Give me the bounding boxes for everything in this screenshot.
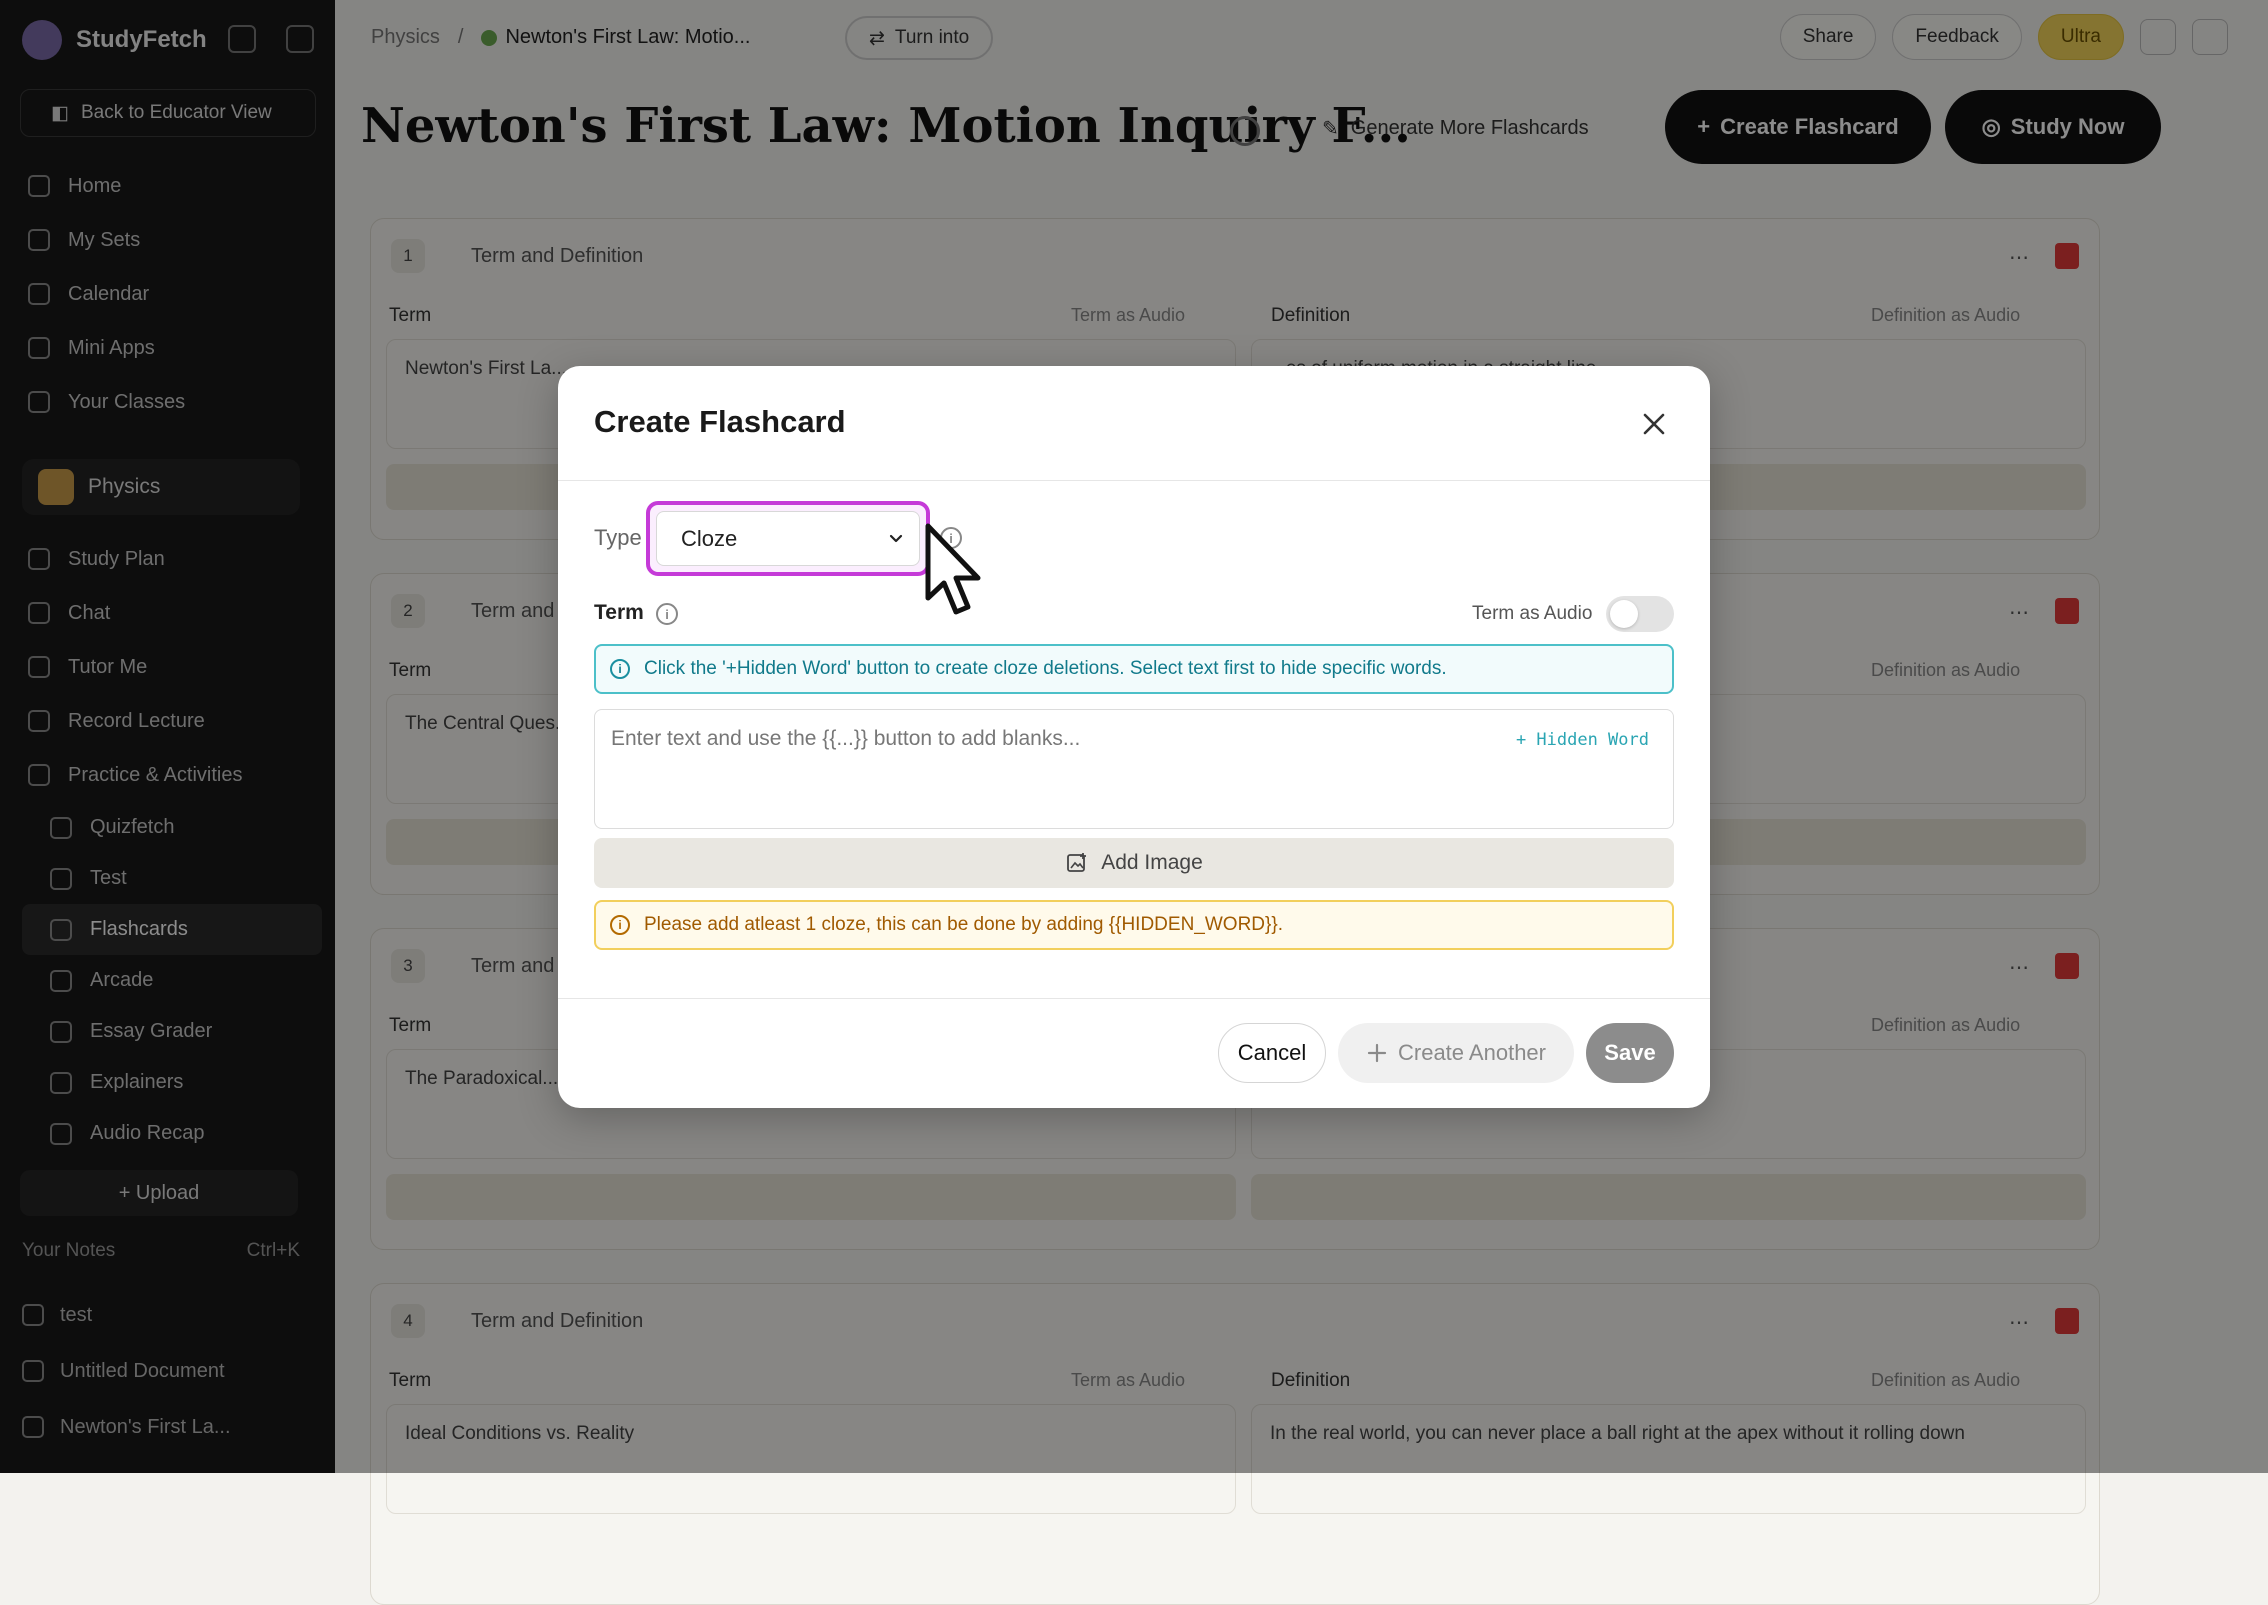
cloze-placeholder: Enter text and use the {{...}} button to… (611, 727, 1081, 750)
info-icon[interactable]: i (656, 603, 678, 625)
chevron-down-icon (889, 534, 903, 542)
divider (558, 998, 1710, 999)
image-add-icon (1067, 853, 1087, 872)
type-label: Type (594, 525, 642, 550)
term-audio-label: Term as Audio (1472, 603, 1593, 624)
create-another-label: Create Another (1398, 1040, 1546, 1065)
create-another-button[interactable]: Create Another (1338, 1023, 1574, 1083)
type-select-value: Cloze (681, 525, 738, 551)
cloze-warning-note: i Please add atleast 1 cloze, this can b… (594, 900, 1674, 950)
warning-icon: i (610, 915, 630, 935)
create-flashcard-dialog: Create Flashcard Type Cloze i Term i Ter… (558, 366, 1710, 1108)
divider (558, 480, 1710, 481)
term-label: Term (594, 601, 644, 624)
toggle-knob (1610, 600, 1638, 628)
cloze-warning-text: Please add atleast 1 cloze, this can be … (644, 914, 1283, 935)
type-select[interactable]: Cloze (656, 511, 920, 566)
term-audio-toggle[interactable] (1606, 596, 1674, 632)
cloze-info-text: Click the '+Hidden Word' button to creat… (644, 658, 1447, 679)
cancel-button[interactable]: Cancel (1218, 1023, 1326, 1083)
hidden-word-button[interactable]: + Hidden Word (1516, 730, 1649, 750)
mouse-pointer-icon (925, 523, 981, 615)
add-image-label: Add Image (1101, 851, 1203, 874)
plus-icon (1367, 1043, 1387, 1063)
close-icon[interactable] (1640, 410, 1668, 438)
cloze-info-note: i Click the '+Hidden Word' button to cre… (594, 644, 1674, 694)
add-image-button[interactable]: Add Image (594, 838, 1674, 888)
cloze-text-input[interactable]: Enter text and use the {{...}} button to… (594, 709, 1674, 829)
save-button[interactable]: Save (1586, 1023, 1674, 1083)
info-icon: i (610, 659, 630, 679)
dialog-title: Create Flashcard (594, 404, 846, 439)
